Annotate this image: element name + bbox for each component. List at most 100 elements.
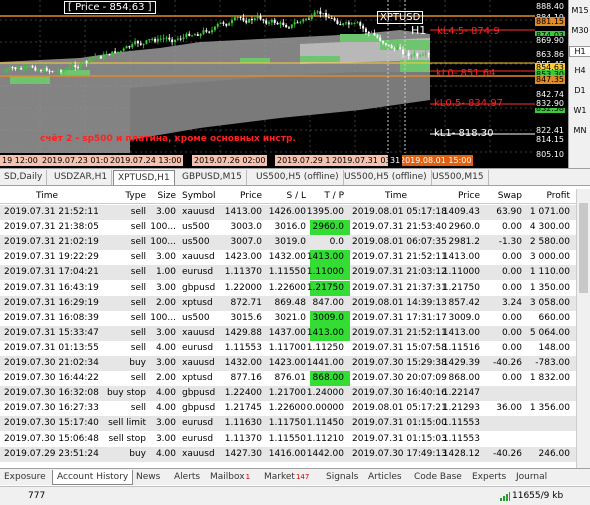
timeframe-m30[interactable]: M30 — [569, 26, 590, 35]
table-row[interactable]: 2019.07.31 19:22:29 sell 3.00 xauusd 1423.00… — [0, 250, 576, 266]
terminal-tab[interactable]: Experts — [468, 470, 510, 485]
table-cell: 3021.0 — [274, 312, 307, 323]
chart-tab[interactable]: GBPUSD,M15 — [178, 170, 247, 185]
candle-body — [182, 37, 185, 39]
terminal-tab[interactable]: Articles — [364, 470, 406, 485]
column-header[interactable]: Symbol — [182, 191, 220, 201]
terminal-tab[interactable]: Exposure — [0, 470, 50, 485]
table-cell: 3.00 — [155, 433, 176, 444]
table-row[interactable]: 2019.07.31 21:52:11 sell 3.00 xauusd 1413.00… — [0, 205, 576, 220]
column-header[interactable]: Time — [352, 191, 440, 201]
candle-body — [188, 33, 191, 36]
candle-body — [122, 48, 125, 51]
table-cell: xauusd — [182, 448, 215, 459]
table-cell: 2019.07.31 21:03:12 — [352, 267, 447, 278]
table-row[interactable]: 2019.07.30 15:06:48 sell stop 3.00 eurusd 1.… — [0, 431, 576, 447]
table-cell: 1441.00 — [306, 358, 344, 368]
candle-body — [94, 56, 97, 58]
column-header[interactable]: T / P — [306, 191, 344, 201]
table-cell: 3015.6 — [230, 312, 263, 323]
chart-tab[interactable]: USDZAR,H1 — [50, 170, 113, 185]
table-cell: 0.00 — [501, 373, 522, 384]
candle-body — [162, 38, 165, 40]
timeframe-mn[interactable]: MN — [569, 126, 590, 135]
table-row[interactable]: 2019.07.30 16:32:08 buy stop 4.00 gbpusd 1.2… — [0, 386, 576, 402]
column-header[interactable]: S / L — [266, 191, 306, 201]
terminal-tab[interactable]: Alerts — [170, 470, 204, 485]
table-row[interactable]: 2019.07.30 15:17:40 sell limit 3.00 eurusd 1… — [0, 416, 576, 432]
table-cell: 876.01 — [274, 373, 307, 384]
candle-body — [239, 17, 242, 19]
table-row[interactable]: 2019.07.31 17:04:21 sell 1.00 eurusd 1.11370… — [0, 265, 576, 281]
table-row[interactable]: 2019.07.31 15:33:47 sell 3.00 xauusd 1429.88… — [0, 325, 576, 341]
candle-body — [419, 55, 422, 57]
table-row[interactable]: 2019.07.31 21:38:05 sell 100... us500 3003.0… — [0, 220, 576, 236]
chart-tab[interactable]: US500,H5 (offline) — [252, 170, 344, 185]
column-header[interactable]: Profit — [526, 191, 570, 201]
table-cell: sell — [130, 373, 146, 384]
timeframe-m15[interactable]: M15 — [569, 6, 590, 15]
table-cell: 0.00 — [501, 342, 522, 353]
table-cell: 2019.07.31 21:52:11 — [4, 207, 99, 217]
candle-body — [91, 57, 94, 59]
price-axis-label: 863.86 — [535, 50, 565, 59]
timeframe-h4[interactable]: H4 — [569, 66, 590, 75]
timeframe-h1[interactable]: H1 — [569, 46, 590, 57]
table-cell: 0.00000 — [306, 403, 344, 414]
chart-tab[interactable]: SD,Daily — [0, 170, 48, 185]
column-header[interactable]: Size — [148, 191, 176, 201]
table-cell: 0.00 — [501, 312, 522, 323]
table-cell: 2019.07.31 21:52:11 — [352, 327, 447, 338]
chart-tab[interactable]: XPTUSD,H1 — [113, 170, 175, 185]
candle-body — [108, 54, 111, 56]
table-cell: 2019.07.31 21:52:11 — [352, 252, 447, 263]
scrollbar-thumb[interactable] — [579, 203, 588, 293]
timeframe-d1[interactable]: D1 — [569, 86, 590, 95]
timeframe-w1[interactable]: W1 — [569, 106, 590, 115]
candle-body — [51, 71, 54, 73]
table-cell: 1409.43 — [442, 207, 480, 217]
table-row[interactable]: 2019.07.31 16:08:39 sell 100... us500 3015.6… — [0, 310, 576, 326]
terminal-tab[interactable]: Account History — [52, 470, 134, 485]
table-cell: buy — [129, 448, 146, 459]
table-row[interactable]: 2019.07.31 16:29:19 sell 2.00 xptusd 872.71 8… — [0, 295, 576, 311]
price-chart[interactable]: [ Price - 854.63 ] XPTUSD H1 счёт 2 - sp… — [0, 0, 568, 168]
table-row[interactable]: 2019.07.29 23:51:24 buy 4.00 xauusd 1427.30 1… — [0, 446, 576, 462]
table-cell: 1395.00 — [306, 207, 344, 217]
chart-tab[interactable]: US500,H5 (offline) — [340, 170, 432, 185]
table-cell: 2019.08.01 06:07:35 — [352, 237, 447, 248]
terminal-tab[interactable]: Signals — [322, 470, 362, 485]
column-header[interactable]: Price — [442, 191, 480, 201]
table-row[interactable]: 2019.07.30 16:44:22 sell 2.00 xptusd 877.16 8… — [0, 371, 576, 387]
table-cell: 3.00 — [155, 418, 176, 429]
column-header[interactable]: Swap — [484, 191, 522, 201]
terminal-tab[interactable]: Market147 — [260, 470, 313, 485]
account-history-table[interactable]: Time Type Size Symbol Price S / LT / P Time Pri… — [0, 189, 576, 468]
candle-body — [402, 49, 404, 54]
candle-body — [379, 37, 382, 41]
table-cell: 3.00 — [155, 282, 176, 293]
terminal-tab[interactable]: Journal — [512, 470, 551, 485]
candle-body — [390, 45, 393, 49]
terminal-tab[interactable]: Mailbox1 — [206, 470, 254, 485]
table-row[interactable]: 2019.07.30 21:02:34 buy 3.00 xauusd 1432.00 1… — [0, 356, 576, 371]
column-header[interactable]: Price — [224, 191, 262, 201]
candle-body — [11, 67, 14, 69]
terminal-tab[interactable]: News — [132, 470, 164, 485]
table-row[interactable]: 2019.07.31 01:13:55 sell 4.00 eurusd 1.11553… — [0, 340, 576, 356]
table-vertical-scrollbar[interactable] — [576, 189, 590, 468]
terminal-tab[interactable]: Code Base — [410, 470, 466, 485]
column-header[interactable]: Time — [4, 191, 90, 201]
status-left-text: 777 — [28, 491, 46, 501]
table-row[interactable]: 2019.07.31 21:02:19 sell 100... us500 3007.0… — [0, 235, 576, 251]
table-cell: 1.11370 — [224, 267, 262, 278]
chart-tab[interactable]: US500,M15 — [428, 170, 489, 185]
table-cell: gbpusd — [182, 388, 216, 399]
table-row[interactable]: 2019.07.30 16:27:33 sell 4.00 gbpusd 1.21745… — [0, 401, 576, 417]
time-axis-label: 2019.07.23 01:00 — [40, 155, 116, 166]
table-row[interactable]: 2019.07.31 16:43:19 sell 3.00 gbpusd 1.22000… — [0, 280, 576, 296]
table-cell: 1.00 — [155, 267, 176, 278]
price-axis-label: 888.40 — [535, 2, 565, 11]
candle-body — [319, 11, 322, 15]
column-header[interactable]: Type — [96, 191, 146, 201]
